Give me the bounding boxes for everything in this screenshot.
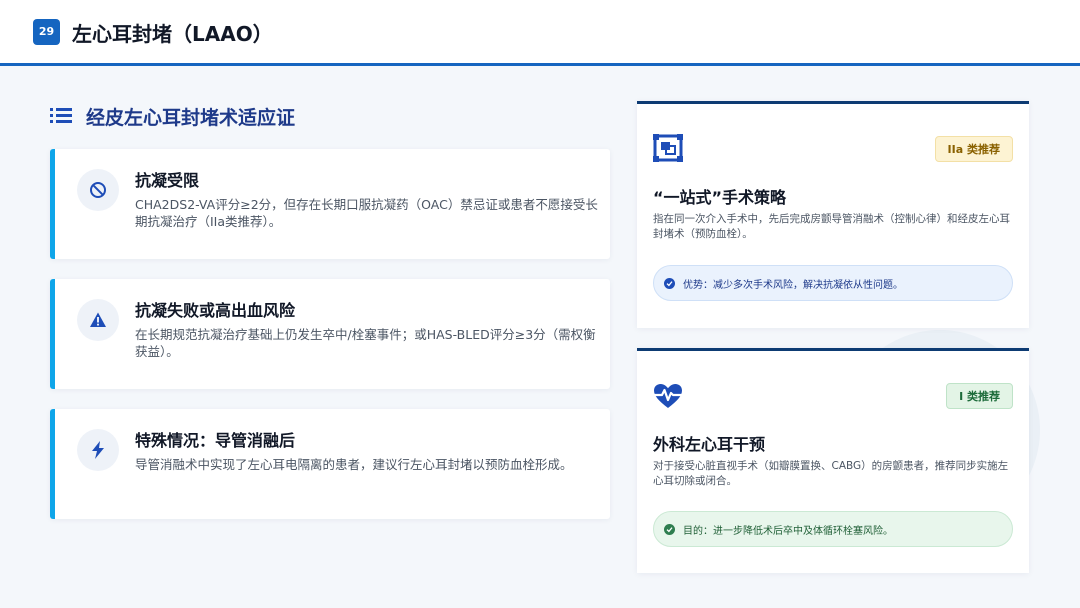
strategy-title: “一站式”手术策略	[653, 188, 787, 207]
indication-card-anticoag-limited: 抗凝受限 CHA2DS2-VA评分≥2分，但存在长期口服抗凝药（OAC）禁忌证或…	[50, 149, 610, 259]
note-text: 目的：进一步降低术后卒中及体循环栓塞风险。	[683, 525, 893, 537]
list-icon	[50, 107, 72, 125]
indication-title: 特殊情况：导管消融后	[135, 431, 296, 450]
strategy-body: 对于接受心脏直视手术（如瓣膜置换、CABG）的房颤患者，推荐同步实施左心耳切除或…	[653, 460, 1009, 487]
strategy-title: 外科左心耳干预	[653, 435, 766, 454]
indication-body: CHA2DS2-VA评分≥2分，但存在长期口服抗凝药（OAC）禁忌证或患者不愿接…	[135, 197, 598, 229]
strategy-card-surgical: I 类推荐 外科左心耳干预 对于接受心脏直视手术（如瓣膜置换、CABG）的房颤患…	[637, 348, 1029, 573]
page-title: 左心耳封堵（LAAO）	[72, 22, 273, 46]
strategy-body: 指在同一次介入手术中，先后完成房颤导管消融术（控制心律）和经皮左心耳封堵术（预防…	[653, 213, 1010, 240]
strategy-goal-note: 目的：进一步降低术后卒中及体循环栓塞风险。	[653, 511, 1013, 547]
bolt-icon	[77, 429, 119, 471]
note-text: 优势：减少多次手术风险，解决抗凝依从性问题。	[683, 279, 903, 291]
section-heading: 经皮左心耳封堵术适应证	[50, 102, 295, 130]
indication-card-anticoag-failure: 抗凝失败或高出血风险 在长期规范抗凝治疗基础上仍发生卒中/栓塞事件；或HAS-B…	[50, 279, 610, 389]
indication-title: 抗凝受限	[135, 171, 200, 190]
indication-title: 抗凝失败或高出血风险	[135, 301, 296, 320]
ban-icon	[77, 169, 119, 211]
recommendation-badge: IIa 类推荐	[934, 136, 1013, 162]
page-number: 29	[33, 19, 60, 45]
check-circle-icon	[664, 277, 675, 289]
heartbeat-icon	[653, 383, 683, 413]
slide-header: 29 左心耳封堵（LAAO）	[0, 0, 1080, 66]
recommendation-badge: I 类推荐	[946, 383, 1013, 409]
strategy-advantage-note: 优势：减少多次手术风险，解决抗凝依从性问题。	[653, 265, 1013, 301]
check-circle-icon	[664, 523, 675, 535]
indication-body: 在长期规范抗凝治疗基础上仍发生卒中/栓塞事件；或HAS-BLED评分≥3分（需权…	[135, 327, 596, 359]
indication-body: 导管消融术中实现了左心耳电隔离的患者，建议行左心耳封堵以预防血栓形成。	[135, 457, 573, 472]
one-stop-icon	[653, 134, 683, 164]
strategy-card-one-stop: IIa 类推荐 “一站式”手术策略 指在同一次介入手术中，先后完成房颤导管消融术…	[637, 101, 1029, 328]
warning-icon	[77, 299, 119, 341]
indication-card-post-ablation: 特殊情况：导管消融后 导管消融术中实现了左心耳电隔离的患者，建议行左心耳封堵以预…	[50, 409, 610, 519]
section-title: 经皮左心耳封堵术适应证	[86, 106, 296, 129]
